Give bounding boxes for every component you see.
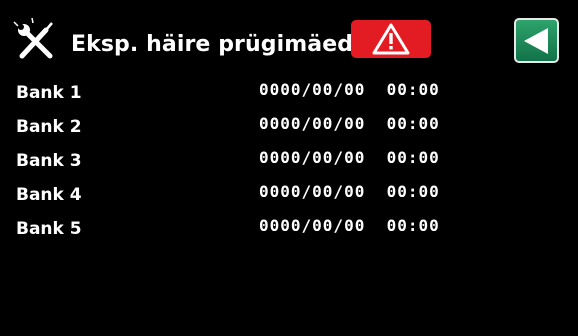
bank-list: Bank 1 0000/00/00 00:00 Bank 2 0000/00/0… [0, 76, 578, 246]
bank-label: Bank 2 [16, 117, 82, 137]
bank-label: Bank 3 [16, 151, 82, 171]
bank-timestamp: 0000/00/00 00:00 [259, 182, 440, 201]
list-item: Bank 5 0000/00/00 00:00 [0, 212, 578, 246]
page-title: Eksp. häire prügimäed [71, 32, 354, 57]
bank-label: Bank 1 [16, 83, 82, 103]
bank-timestamp: 0000/00/00 00:00 [259, 114, 440, 133]
bank-label: Bank 5 [16, 219, 82, 239]
list-item: Bank 2 0000/00/00 00:00 [0, 110, 578, 144]
alarm-button[interactable] [351, 20, 431, 58]
bank-label: Bank 4 [16, 185, 82, 205]
bank-timestamp: 0000/00/00 00:00 [259, 216, 440, 235]
header: Eksp. häire prügimäed [0, 0, 578, 70]
tools-icon [12, 17, 60, 66]
warning-triangle-icon [372, 23, 410, 55]
list-item: Bank 3 0000/00/00 00:00 [0, 144, 578, 178]
back-arrow-icon [524, 28, 548, 54]
back-button[interactable] [514, 18, 559, 63]
bank-timestamp: 0000/00/00 00:00 [259, 80, 440, 99]
list-item: Bank 1 0000/00/00 00:00 [0, 76, 578, 110]
bank-timestamp: 0000/00/00 00:00 [259, 148, 440, 167]
list-item: Bank 4 0000/00/00 00:00 [0, 178, 578, 212]
